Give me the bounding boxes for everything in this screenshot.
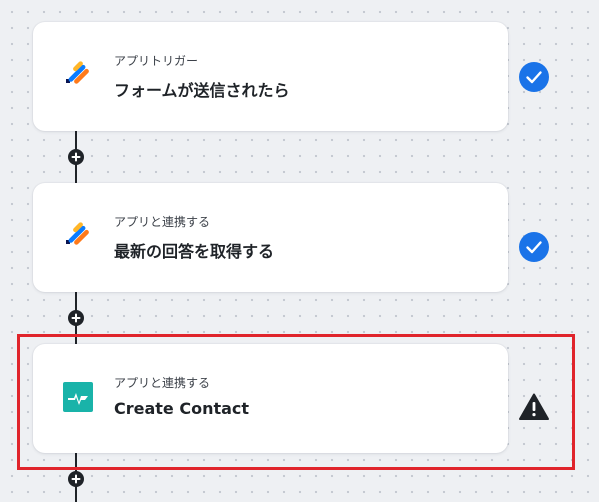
plus-icon xyxy=(71,474,81,484)
plus-icon xyxy=(71,152,81,162)
add-step-button[interactable] xyxy=(68,471,84,487)
step-type-label: アプリと連携する xyxy=(114,215,211,229)
step-title: フォームが送信されたら xyxy=(114,81,290,100)
plus-icon xyxy=(71,313,81,323)
flow-step-card-get-latest[interactable]: アプリと連携する 最新の回答を取得する xyxy=(33,183,508,292)
add-step-button[interactable] xyxy=(68,310,84,326)
highlight-frame xyxy=(17,334,575,470)
step-type-label: アプリトリガー xyxy=(114,54,199,68)
check-circle-icon xyxy=(518,231,550,263)
flow-step-card-trigger[interactable]: アプリトリガー フォームが送信されたら xyxy=(33,22,508,131)
check-circle-icon xyxy=(518,61,550,93)
step-title: 最新の回答を取得する xyxy=(114,242,275,261)
jotform-icon xyxy=(63,221,93,251)
add-step-button[interactable] xyxy=(68,149,84,165)
jotform-icon xyxy=(63,60,93,90)
